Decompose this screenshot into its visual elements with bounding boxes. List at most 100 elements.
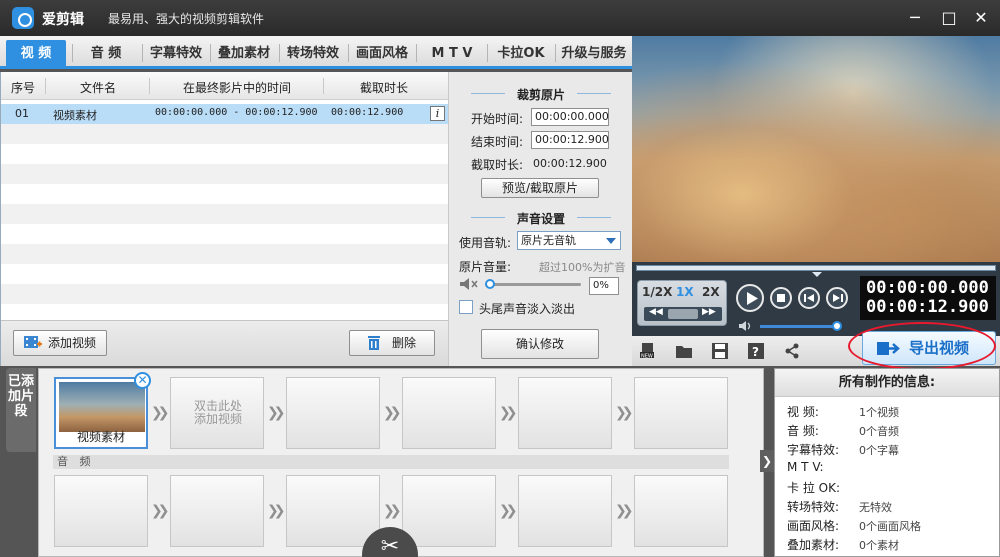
- minimize-button[interactable]: ─: [904, 7, 926, 29]
- clip-list-panel: 序号 文件名 在最终影片中的时间 截取时长 01 视频素材 00:00:00.0…: [0, 72, 449, 366]
- tab-video[interactable]: 视 频: [6, 40, 66, 67]
- audio-slot[interactable]: [518, 475, 612, 547]
- storyboard-empty-slot[interactable]: [286, 377, 380, 449]
- clip-list-footer: 添加视频 删除: [1, 320, 449, 366]
- play-button[interactable]: [736, 284, 764, 312]
- audio-slot[interactable]: [170, 475, 264, 547]
- total-time: 00:00:12.900: [866, 297, 989, 317]
- column-header-time-in-film[interactable]: 在最终影片中的时间: [153, 79, 321, 96]
- fade-in-out-checkbox[interactable]: [459, 300, 473, 314]
- storyboard-empty-slot[interactable]: [518, 377, 612, 449]
- info-value: 0个素材: [859, 539, 899, 552]
- tab-overlay[interactable]: 叠加素材: [212, 40, 276, 67]
- tab-divider: [279, 44, 280, 62]
- tab-mtv[interactable]: M T V: [420, 40, 484, 67]
- app-slogan: 最易用、强大的视频剪辑软件: [108, 12, 265, 26]
- clip-list-header: 序号 文件名 在最终影片中的时间 截取时长: [1, 72, 449, 100]
- audio-slot[interactable]: [54, 475, 148, 547]
- chevron-right-icon: ❯❯: [151, 503, 170, 519]
- audio-track-select[interactable]: 原片无音轨: [517, 231, 621, 250]
- added-clips-side-tab[interactable]: 已添加片段: [6, 368, 36, 452]
- seek-bar[interactable]: [636, 265, 996, 271]
- export-icon: [877, 342, 900, 355]
- storyboard-clip[interactable]: 视频素材: [54, 377, 148, 449]
- close-button[interactable]: ✕: [970, 7, 992, 29]
- info-key: M T V:: [787, 460, 824, 474]
- speaker-icon[interactable]: [738, 320, 754, 332]
- chevron-right-icon: ❯❯: [267, 405, 286, 421]
- info-key: 音 频:: [787, 424, 819, 438]
- audio-track-label: 使用音轨:: [459, 236, 512, 250]
- play-icon: [747, 292, 758, 305]
- title-bar: 爱剪辑 最易用、强大的视频剪辑软件 ─ □ ✕: [0, 0, 1000, 36]
- next-frame-button[interactable]: [826, 287, 848, 309]
- speed-2x-button[interactable]: 2X: [702, 285, 720, 299]
- audio-slot[interactable]: [634, 475, 728, 547]
- row-time-range: 00:00:00.000 - 00:00:12.900: [155, 107, 318, 118]
- save-icon[interactable]: [712, 343, 728, 359]
- film-add-icon: [24, 336, 42, 348]
- storyboard-empty-slot[interactable]: [634, 377, 728, 449]
- trash-icon: [368, 336, 380, 350]
- new-project-icon[interactable]: NEW: [640, 343, 656, 359]
- column-header-filename[interactable]: 文件名: [49, 79, 147, 96]
- add-video-button[interactable]: 添加视频: [13, 330, 107, 356]
- maximize-button[interactable]: □: [938, 7, 960, 29]
- jog-shuttle[interactable]: ◀◀ ▶▶: [644, 307, 722, 321]
- column-header-duration[interactable]: 截取时长: [327, 79, 441, 96]
- section-divider: [577, 217, 611, 218]
- info-key: 字幕特效:: [787, 443, 840, 457]
- mute-speaker-icon[interactable]: [459, 277, 479, 291]
- remove-clip-icon[interactable]: ✕: [134, 372, 151, 389]
- chevron-right-icon: ❯❯: [615, 405, 634, 421]
- player-volume-knob[interactable]: [832, 321, 842, 331]
- previous-frame-button[interactable]: [798, 287, 820, 309]
- storyboard-empty-slot[interactable]: [402, 377, 496, 449]
- volume-hint: 超过100%为扩音: [539, 261, 626, 274]
- previous-frame-icon: [804, 294, 814, 302]
- tab-transitions[interactable]: 转场特效: [281, 40, 345, 67]
- audio-track-value: 原片无音轨: [521, 234, 576, 247]
- stop-button[interactable]: [770, 287, 792, 309]
- svg-text:?: ?: [752, 345, 759, 359]
- delete-button[interactable]: 删除: [349, 330, 435, 356]
- export-video-button[interactable]: 导出视频: [862, 331, 996, 365]
- jog-wheel-icon: [668, 309, 698, 319]
- chevron-right-icon: ❯❯: [383, 503, 402, 519]
- section-divider: [577, 93, 611, 94]
- table-row[interactable]: 01 视频素材 00:00:00.000 - 00:00:12.900 00:0…: [1, 104, 449, 124]
- column-header-index[interactable]: 序号: [5, 79, 41, 96]
- speed-1x-button[interactable]: 1X: [676, 285, 694, 299]
- share-icon[interactable]: [784, 343, 800, 359]
- player-volume-track[interactable]: [760, 325, 840, 328]
- open-folder-icon[interactable]: [676, 343, 692, 359]
- add-video-hint-line: 双击此处: [193, 399, 242, 413]
- volume-percent-input[interactable]: 0%: [589, 277, 619, 295]
- start-time-input[interactable]: 00:00:00.000: [531, 108, 609, 126]
- audio-slot[interactable]: [286, 475, 380, 547]
- audio-slot[interactable]: [402, 475, 496, 547]
- speed-half-button[interactable]: 1/2X: [642, 285, 672, 299]
- tab-upgrade-service[interactable]: 升级与服务: [558, 40, 630, 67]
- info-value: 1个视频: [859, 406, 899, 419]
- trim-section-title: 裁剪原片: [516, 88, 565, 102]
- storyboard-empty-slot[interactable]: 双击此处 添加视频: [170, 377, 264, 449]
- chevron-right-icon: ❯❯: [151, 405, 170, 421]
- confirm-changes-button[interactable]: 确认修改: [481, 329, 599, 359]
- tab-divider: [487, 44, 488, 62]
- help-icon[interactable]: ?: [748, 343, 764, 359]
- info-value: 0个字幕: [859, 444, 899, 457]
- volume-slider-track[interactable]: [485, 283, 581, 286]
- end-time-input[interactable]: 00:00:12.900: [531, 131, 609, 149]
- tab-picture-style[interactable]: 画面风格: [350, 40, 414, 67]
- info-icon[interactable]: i: [430, 106, 445, 121]
- column-divider: [323, 78, 324, 94]
- volume-slider-knob[interactable]: [485, 279, 495, 289]
- expand-panel-arrow-icon[interactable]: ❯: [760, 450, 774, 472]
- tab-audio[interactable]: 音 频: [76, 40, 136, 67]
- tab-karaoke[interactable]: 卡拉OK: [490, 40, 552, 67]
- tab-subtitle-effects[interactable]: 字幕特效: [144, 40, 208, 67]
- video-preview[interactable]: [632, 36, 1000, 262]
- tab-divider: [210, 44, 211, 62]
- preview-trim-button[interactable]: 预览/截取原片: [481, 178, 599, 198]
